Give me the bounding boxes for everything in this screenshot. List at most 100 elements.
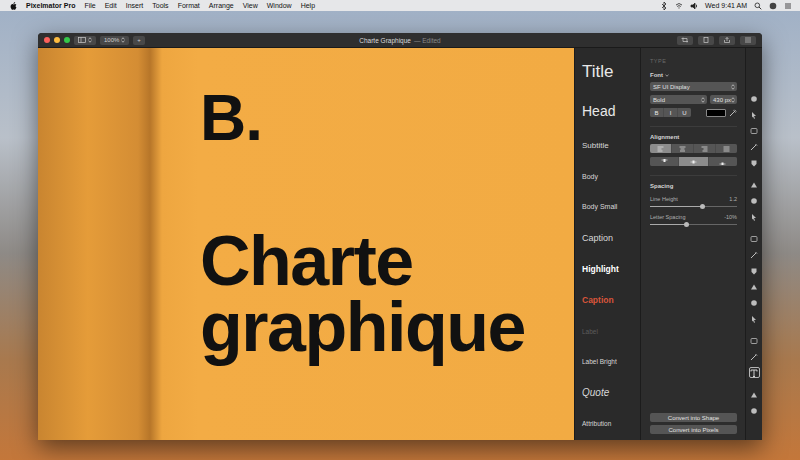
tool-button[interactable] (749, 249, 760, 260)
color-adjust-icon (750, 391, 758, 399)
canvas-heading[interactable]: Chartegraphique (200, 228, 574, 360)
font-label[interactable]: Font (650, 72, 737, 78)
zoom-menu[interactable]: 100% (100, 36, 129, 45)
view-button[interactable] (74, 36, 96, 45)
clone-icon (750, 251, 758, 259)
text-style-item[interactable]: Label (582, 328, 636, 335)
vertical-align-button[interactable] (650, 157, 678, 166)
slider-track[interactable] (650, 224, 737, 225)
add-button[interactable]: + (133, 36, 145, 45)
slider-label: Letter Spacing (650, 214, 685, 220)
status-area: Wed 9:41 AM (660, 2, 792, 10)
font-family-select[interactable]: SF UI Display (650, 82, 737, 91)
selection-icon (750, 127, 758, 135)
menu-item[interactable]: Tools (152, 2, 168, 9)
menu-item[interactable]: View (243, 2, 258, 9)
volume-icon[interactable] (690, 2, 698, 10)
menu-item[interactable]: Help (301, 2, 315, 9)
wifi-icon[interactable] (675, 2, 683, 10)
tool-button[interactable] (749, 157, 760, 168)
tool-button[interactable] (749, 389, 760, 400)
text-style-item[interactable]: Body (582, 173, 636, 181)
text-style-item[interactable]: Caption (582, 296, 636, 306)
tool-button[interactable] (749, 93, 760, 104)
menu-item[interactable]: Insert (126, 2, 144, 9)
text-color-swatch[interactable] (706, 109, 726, 117)
menu-item[interactable]: Arrange (209, 2, 234, 9)
canvas-letter[interactable]: B. (200, 86, 574, 150)
close-button[interactable] (44, 37, 50, 43)
notification-list-icon[interactable] (784, 2, 792, 10)
app-menu[interactable]: Pixelmator Pro (26, 2, 75, 9)
effects-icon (750, 407, 758, 415)
toolbar-button[interactable] (698, 36, 714, 45)
tool-button[interactable] (749, 109, 760, 120)
tool-button[interactable] (749, 141, 760, 152)
tool-button[interactable] (749, 351, 760, 362)
zoom-button[interactable] (64, 37, 70, 43)
tool-button[interactable] (749, 367, 760, 378)
font-style-select[interactable]: Bold (650, 95, 707, 104)
text-style-item[interactable]: Highlight (582, 265, 636, 275)
toolbar-button[interactable] (719, 36, 735, 45)
slider-value[interactable]: -10% (724, 214, 737, 220)
toolbar-button[interactable] (740, 36, 756, 45)
slider-track[interactable] (650, 206, 737, 207)
tool-button[interactable] (749, 125, 760, 136)
clock[interactable]: Wed 9:41 AM (705, 2, 747, 9)
canvas[interactable]: B. Chartegraphique (38, 48, 574, 440)
align-button[interactable] (716, 144, 737, 153)
title-bar: 100%+Charte Graphique— Edited (38, 33, 762, 48)
vertical-align-button[interactable] (709, 157, 737, 166)
tool-button[interactable] (749, 211, 760, 222)
text-style-item[interactable]: Attribution (582, 420, 636, 427)
tool-button[interactable] (749, 265, 760, 276)
menu-item[interactable]: Format (178, 2, 200, 9)
text-style-item[interactable]: Caption (582, 233, 636, 243)
eyedropper-icon[interactable] (729, 109, 737, 117)
search-icon[interactable] (754, 2, 762, 10)
slider-thumb[interactable] (684, 222, 689, 227)
format-button[interactable]: B (650, 108, 663, 117)
tool-button[interactable] (749, 195, 760, 206)
tool-button[interactable] (749, 335, 760, 346)
text-style-item[interactable]: Quote (582, 387, 636, 399)
tool-button[interactable] (749, 281, 760, 292)
align-button[interactable] (672, 144, 693, 153)
heading-line[interactable]: Charte (200, 228, 574, 294)
font-size-field[interactable]: 430 px (710, 95, 737, 104)
convert-button[interactable]: Convert into Shape (650, 413, 737, 422)
vertical-align-button[interactable] (679, 157, 707, 166)
minimize-button[interactable] (54, 37, 60, 43)
convert-button[interactable]: Convert into Pixels (650, 425, 737, 434)
text-style-item[interactable]: Label Bright (582, 358, 636, 365)
tool-button[interactable] (749, 405, 760, 416)
align-button[interactable] (694, 144, 715, 153)
toolbar-button[interactable] (677, 36, 693, 45)
align-button[interactable] (650, 144, 671, 153)
menu-item[interactable]: Edit (105, 2, 117, 9)
format-button[interactable]: I (664, 108, 677, 117)
siri-icon[interactable] (769, 2, 777, 10)
light-icon (750, 283, 758, 291)
heading-line[interactable]: graphique (200, 294, 574, 360)
slider-value[interactable]: 1.2 (729, 196, 737, 202)
apple-icon[interactable] (10, 2, 17, 10)
format-button[interactable]: U (678, 108, 691, 117)
paint-icon (750, 181, 758, 189)
text-style-item[interactable]: Title (582, 62, 636, 82)
tool-button[interactable] (749, 179, 760, 190)
text-styles-list: Title Head Subtitle Body Body Small Caption Hi… (574, 48, 640, 440)
slider-thumb[interactable] (700, 204, 705, 209)
vertical-alignment (650, 157, 737, 166)
text-style-item[interactable]: Head (582, 103, 636, 119)
tool-button[interactable] (749, 297, 760, 308)
text-style-item[interactable]: Body Small (582, 203, 636, 211)
menu-item[interactable]: Window (267, 2, 292, 9)
section-header: TYPE (650, 58, 737, 64)
tool-button[interactable] (749, 313, 760, 324)
text-style-item[interactable]: Subtitle (582, 141, 636, 150)
bluetooth-icon[interactable] (660, 2, 668, 10)
tool-button[interactable] (749, 233, 760, 244)
menu-item[interactable]: File (84, 2, 95, 9)
